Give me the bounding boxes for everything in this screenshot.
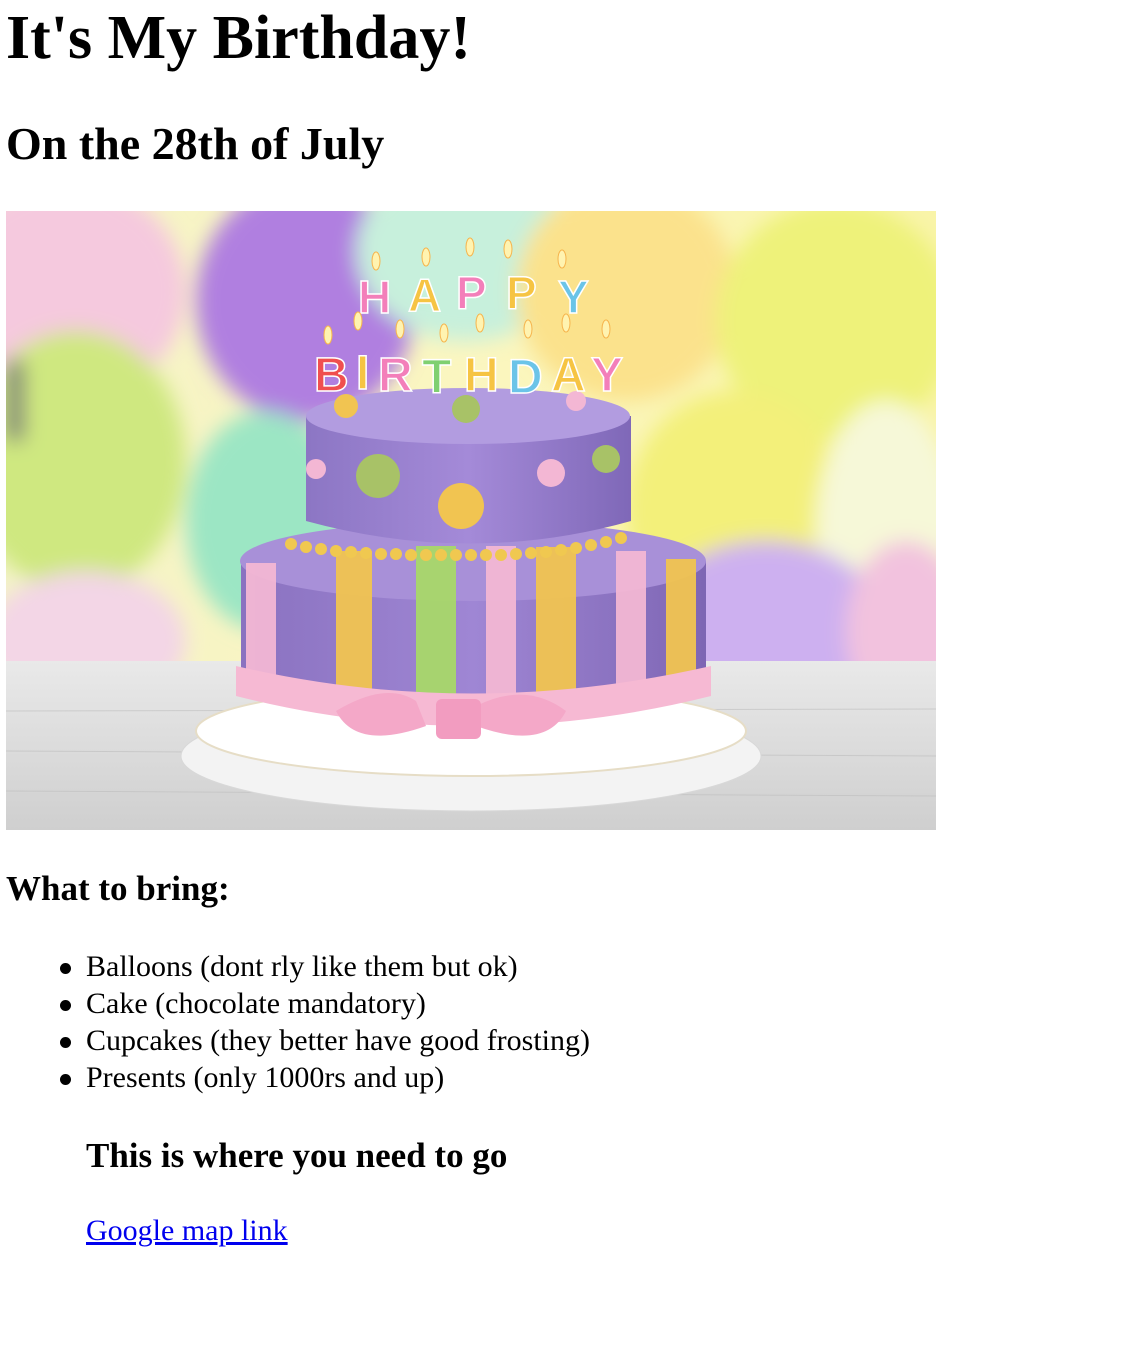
- svg-text:H: H: [358, 271, 391, 323]
- svg-text:Y: Y: [558, 271, 589, 323]
- directions-heading: This is where you need to go: [86, 1136, 508, 1175]
- svg-text:T: T: [422, 351, 451, 404]
- svg-text:Y: Y: [591, 349, 623, 402]
- bullet-icon: [60, 963, 71, 974]
- bullet-icon: [60, 1000, 71, 1011]
- list-item-text: Presents (only 1000rs and up): [86, 1061, 445, 1094]
- list-item: Presents (only 1000rs and up): [6, 1059, 590, 1096]
- list-item: Balloons (dont rly like them but ok): [6, 948, 590, 985]
- bullet-icon: [60, 1074, 71, 1085]
- svg-text:P: P: [506, 267, 537, 319]
- list-item-text: Cake (chocolate mandatory): [86, 987, 426, 1020]
- svg-text:P: P: [456, 267, 487, 319]
- list-item: Cake (chocolate mandatory): [6, 985, 590, 1022]
- svg-text:B: B: [314, 349, 349, 402]
- svg-text:H: H: [464, 349, 499, 402]
- birthday-cake-image: H A P P Y B I R T H D A Y: [6, 211, 936, 830]
- list-item-text: Balloons (dont rly like them but ok): [86, 950, 518, 983]
- list-item: Cupcakes (they better have good frosting…: [6, 1022, 590, 1059]
- svg-text:A: A: [551, 349, 586, 402]
- svg-text:A: A: [408, 269, 441, 321]
- page-subtitle: On the 28th of July: [6, 118, 385, 169]
- bring-heading: What to bring:: [6, 869, 230, 908]
- list-item-text: Cupcakes (they better have good frosting…: [86, 1024, 591, 1057]
- page-title: It's My Birthday!: [6, 4, 471, 72]
- svg-text:R: R: [378, 349, 413, 402]
- google-map-link[interactable]: Google map link: [86, 1212, 288, 1249]
- bring-list: Balloons (dont rly like them but ok) Cak…: [6, 948, 590, 1096]
- bullet-icon: [60, 1037, 71, 1048]
- cake-illustration: H A P P Y B I R T H D A Y: [6, 211, 936, 830]
- svg-text:I: I: [356, 347, 369, 400]
- svg-text:D: D: [508, 351, 543, 404]
